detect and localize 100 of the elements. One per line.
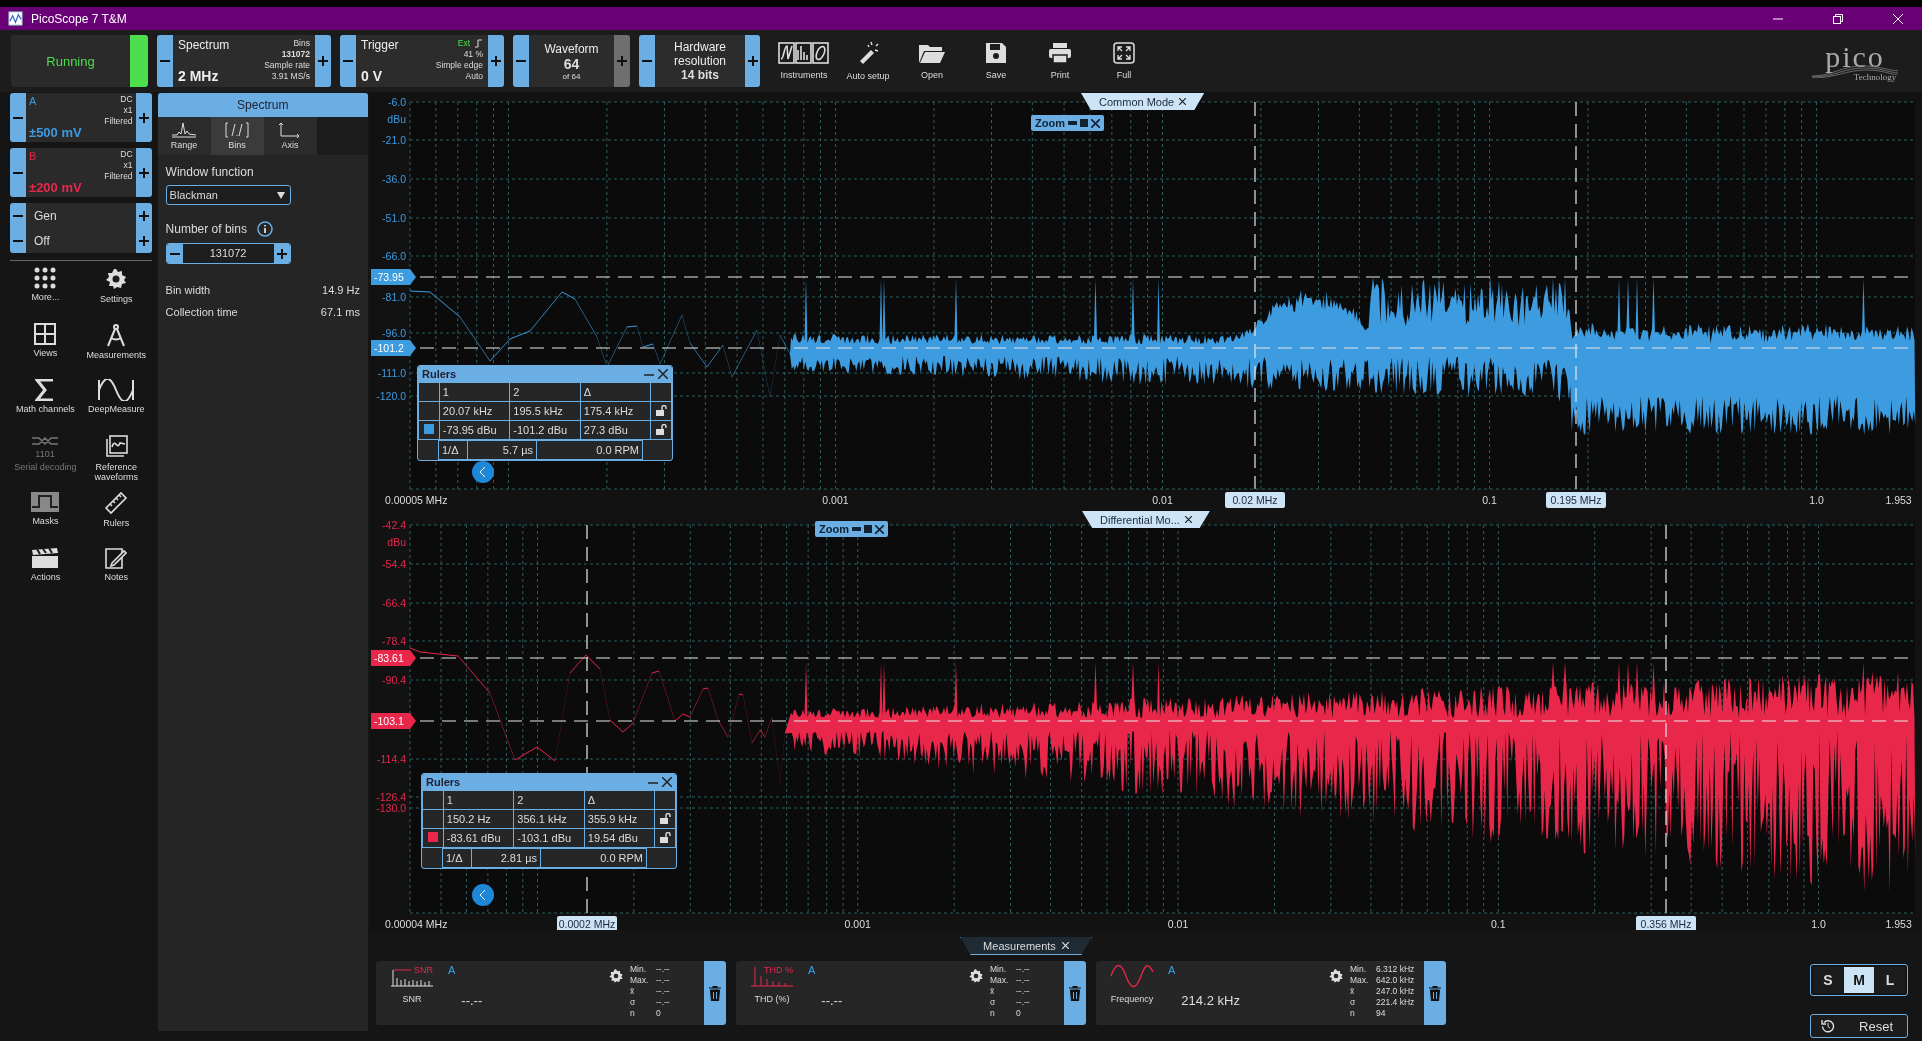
window-function-dropdown[interactable]: Blackman (165, 185, 291, 205)
views-button[interactable]: Views (10, 321, 81, 377)
deepmeasure-button[interactable]: DeepMeasure (80, 377, 152, 433)
y-axis-tick: -114.4 (377, 753, 406, 765)
minimize-icon[interactable] (1067, 120, 1077, 126)
note-pencil-icon (105, 547, 128, 569)
spectrum-range: 2 MHz (178, 68, 220, 84)
open-button[interactable]: Open (901, 35, 963, 87)
increase-button[interactable] (745, 35, 760, 87)
decrease-button[interactable] (340, 35, 356, 87)
back-button[interactable] (472, 884, 494, 906)
dropdown-arrow-icon (276, 191, 285, 199)
zoom-overview[interactable]: Zoom (1031, 115, 1104, 131)
decrease-button[interactable] (639, 35, 655, 87)
print-button[interactable]: Print (1029, 35, 1091, 87)
settings-icon[interactable] (1328, 968, 1344, 984)
view-tab[interactable]: Common Mode (1081, 93, 1205, 110)
size-toggle[interactable]: S (1813, 967, 1843, 993)
increase-button[interactable] (135, 148, 152, 197)
range-tab[interactable]: Range (157, 117, 211, 155)
delete-button[interactable] (1064, 961, 1086, 1025)
padlock-icon[interactable] (659, 831, 671, 843)
table-cell: 195.5 kHz (509, 401, 581, 421)
trash-icon (709, 985, 721, 1001)
square-icon[interactable] (863, 525, 872, 533)
ruler-frequency-tag[interactable]: 0.02 MHz (1225, 492, 1285, 508)
delete-button[interactable] (1424, 961, 1446, 1025)
info-icon[interactable] (256, 221, 273, 237)
bins-tab[interactable]: Bins (210, 117, 264, 155)
minimize-icon[interactable] (851, 526, 861, 532)
close-icon[interactable] (874, 524, 884, 534)
decrease-button[interactable] (10, 148, 26, 197)
ruler-frequency-tag[interactable]: 0.356 MHz (1636, 916, 1696, 930)
reset-button[interactable]: Reset (1810, 1014, 1908, 1038)
statistic-label: σ (990, 997, 997, 1008)
increase-button[interactable] (135, 228, 152, 253)
close-icon[interactable] (662, 777, 672, 787)
full-button[interactable]: Full (1093, 35, 1155, 87)
reference-button[interactable]: Reference waveforms (80, 433, 152, 489)
bins-value: 131072 (281, 49, 310, 60)
measurements-tab[interactable]: Measurements (960, 937, 1092, 955)
decrease-button[interactable] (513, 35, 529, 87)
padlock-icon[interactable] (655, 404, 667, 416)
statistic-value: 6.312 kHz (1376, 964, 1415, 975)
more-button[interactable]: More... (10, 265, 81, 321)
view-tab[interactable]: Differential Mo... (1082, 511, 1210, 528)
restore-icon[interactable] (1832, 12, 1844, 25)
increase-button[interactable] (135, 93, 152, 142)
decrease-button[interactable] (10, 203, 26, 228)
decrease-button[interactable] (157, 35, 173, 87)
table-cell: 1/Δ (439, 441, 468, 459)
fullscreen-icon (1113, 42, 1135, 64)
save-button[interactable]: Save (965, 35, 1027, 87)
axis-tab[interactable]: Axis (263, 117, 317, 155)
table-cell: 150.2 Hz (443, 809, 514, 829)
close-icon[interactable] (1090, 118, 1100, 128)
increase-button[interactable] (315, 35, 331, 87)
table-cell: -73.95 dBu (439, 420, 510, 440)
channel-control[interactable]: B DC x1 Filtered ±200 mV (10, 148, 152, 197)
delete-button[interactable] (704, 961, 726, 1025)
padlock-icon[interactable] (659, 812, 671, 824)
ruler-frequency-tag[interactable]: 0.195 MHz (1546, 492, 1606, 508)
math-button[interactable]: Math channels (10, 377, 81, 433)
decrease-button[interactable] (10, 228, 26, 253)
run-button[interactable]: Running (11, 35, 148, 87)
rulers-button[interactable]: Rulers (80, 489, 152, 545)
increase-button[interactable] (135, 203, 152, 228)
notes-button[interactable]: Notes (80, 545, 152, 601)
statistic-label: x̄ (990, 986, 996, 997)
actions-button[interactable]: Actions (10, 545, 81, 601)
close-icon[interactable] (1184, 516, 1192, 523)
settings-icon[interactable] (608, 968, 624, 984)
channel-control[interactable]: A DC x1 Filtered ±500 mV (10, 93, 152, 142)
close-icon[interactable] (658, 369, 668, 379)
y-axis-unit: dBu (387, 536, 406, 548)
measurements-button[interactable]: Measurements (80, 321, 152, 377)
instruments-button[interactable]: Instruments (773, 35, 835, 87)
table-cell: 355.9 kHz (584, 809, 655, 829)
trash-icon (1429, 985, 1441, 1001)
settings-button[interactable]: Settings (80, 265, 152, 321)
y-axis-tick: -66.4 (382, 597, 406, 609)
zoom-overview[interactable]: Zoom (815, 521, 888, 537)
printer-icon (1048, 42, 1072, 64)
y-axis-tick: -6.0 (387, 96, 406, 108)
padlock-icon[interactable] (655, 423, 667, 435)
back-button[interactable] (472, 461, 494, 483)
ruler-level-tag[interactable]: -83.61 (371, 650, 416, 666)
settings-icon[interactable] (968, 968, 984, 984)
ruler-level-tag[interactable]: -103.1 (371, 713, 416, 729)
trash-icon (1069, 985, 1081, 1001)
auto-setup-button[interactable]: Auto setup (837, 35, 899, 87)
square-icon[interactable] (1079, 119, 1088, 127)
statistic-value: 0 (656, 1008, 661, 1019)
size-toggle[interactable]: M (1844, 967, 1874, 993)
decrease-button[interactable] (10, 93, 26, 142)
size-toggle[interactable]: L (1875, 967, 1905, 993)
ruler-frequency-tag[interactable]: 0.0002 MHz (557, 916, 617, 930)
increase-button[interactable] (488, 35, 504, 87)
masks-button[interactable]: Masks (10, 489, 81, 545)
close-icon[interactable] (1179, 98, 1187, 105)
